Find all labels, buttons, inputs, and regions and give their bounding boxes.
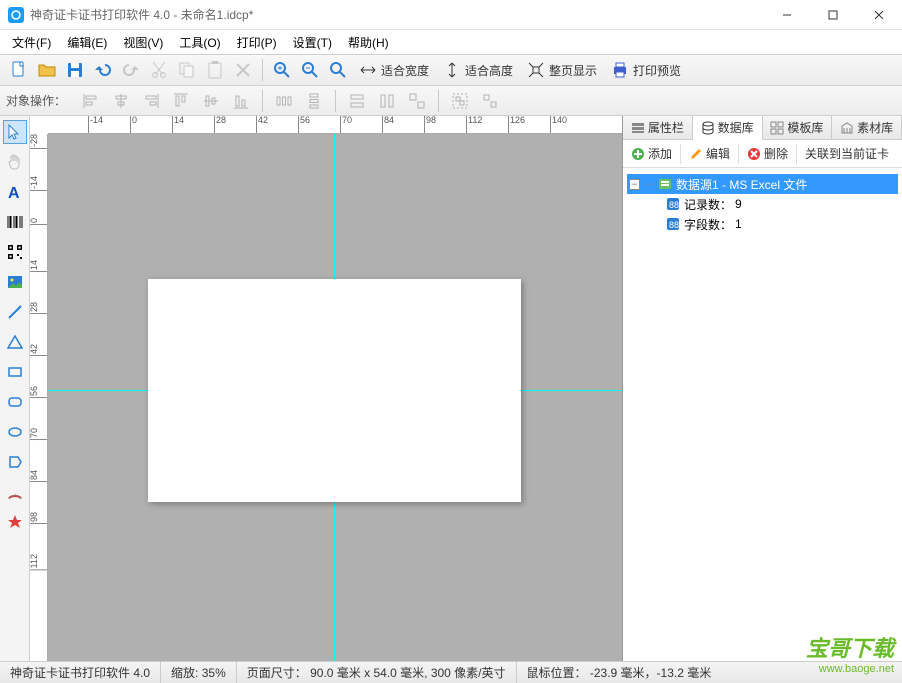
align-left-button[interactable] (78, 89, 104, 113)
ruler-vertical[interactable]: -28-14014284256708498112 (30, 134, 48, 661)
records-value: 9 (735, 197, 742, 211)
fit-height-button[interactable]: 适合高度 (437, 57, 519, 83)
menubar: 文件(F) 编辑(E) 视图(V) 工具(O) 打印(P) 设置(T) 帮助(H… (0, 30, 902, 54)
menu-edit[interactable]: 编辑(E) (59, 31, 115, 54)
pan-tool[interactable] (3, 150, 27, 174)
link-card-button[interactable]: 关联到当前证卡 (797, 140, 897, 167)
menu-print[interactable]: 打印(P) (229, 31, 285, 54)
add-datasource-button[interactable]: 添加 (623, 140, 680, 167)
align-center-h-button[interactable] (108, 89, 134, 113)
main-toolbar: 适合宽度 适合高度 整页显示 打印预览 (0, 54, 902, 86)
datasource-label: 数据源1 - MS Excel 文件 (676, 176, 807, 193)
records-label: 记录数： (684, 196, 732, 213)
menu-view[interactable]: 视图(V) (115, 31, 171, 54)
zoom-out-button[interactable] (297, 57, 323, 83)
menu-file[interactable]: 文件(F) (4, 31, 59, 54)
select-tool[interactable] (3, 120, 27, 144)
save-button[interactable] (62, 57, 88, 83)
tool-palette: A (0, 116, 30, 661)
open-button[interactable] (34, 57, 60, 83)
fields-icon: 88 (665, 216, 681, 232)
redo-button[interactable] (118, 57, 144, 83)
datasource-icon (657, 176, 673, 192)
triangle-tool[interactable] (3, 330, 27, 354)
full-page-button[interactable]: 整页显示 (521, 57, 603, 83)
tree-fields-node[interactable]: 88 字段数：1 (627, 214, 898, 234)
barcode-tool[interactable] (3, 210, 27, 234)
rounded-rect-tool[interactable] (3, 390, 27, 414)
status-page-size: 页面尺寸： 90.0 毫米 x 54.0 毫米, 300 像素/英寸 (237, 662, 517, 683)
align-bottom-button[interactable] (228, 89, 254, 113)
undo-button[interactable] (90, 57, 116, 83)
same-width-button[interactable] (344, 89, 370, 113)
ellipse-tool[interactable] (3, 420, 27, 444)
text-tool[interactable]: A (3, 180, 27, 204)
tab-database[interactable]: 数据库 (693, 116, 763, 140)
new-button[interactable] (6, 57, 32, 83)
menu-help[interactable]: 帮助(H) (340, 31, 397, 54)
svg-text:88: 88 (669, 200, 679, 210)
records-icon: 88 (665, 196, 681, 212)
paste-button[interactable] (202, 57, 228, 83)
delete-datasource-button[interactable]: 删除 (739, 140, 796, 167)
datasource-tree: − ⋯ 数据源1 - MS Excel 文件 88 记录数：9 88 字段数：1 (623, 168, 902, 240)
page[interactable] (148, 279, 521, 502)
zoom-in-button[interactable] (269, 57, 295, 83)
object-label: 对象操作： (6, 92, 66, 109)
titlebar: 神奇证卡证书打印软件 4.0 - 未命名1.idcp* (0, 0, 902, 30)
status-app: 神奇证卡证书打印软件 4.0 (0, 662, 161, 683)
star-tool[interactable] (3, 510, 27, 534)
tab-materials[interactable]: 素材库 (832, 116, 902, 139)
qrcode-tool[interactable] (3, 240, 27, 264)
distribute-h-button[interactable] (271, 89, 297, 113)
tree-datasource-node[interactable]: − ⋯ 数据源1 - MS Excel 文件 (627, 174, 898, 194)
tree-records-node[interactable]: 88 记录数：9 (627, 194, 898, 214)
image-tool[interactable] (3, 270, 27, 294)
fields-label: 字段数： (684, 216, 732, 233)
same-size-button[interactable] (404, 89, 430, 113)
tab-templates[interactable]: 模板库 (763, 116, 833, 139)
ungroup-button[interactable] (477, 89, 503, 113)
rectangle-tool[interactable] (3, 360, 27, 384)
svg-text:A: A (8, 185, 20, 201)
zoom-actual-button[interactable] (325, 57, 351, 83)
collapse-icon[interactable]: − (629, 179, 640, 190)
align-middle-button[interactable] (198, 89, 224, 113)
group-button[interactable] (447, 89, 473, 113)
status-zoom: 缩放: 35% (161, 662, 237, 683)
ruler-horizontal[interactable]: -14014284256708498112126140 (48, 116, 622, 134)
canvas-viewport[interactable] (48, 134, 622, 661)
panel-tabs: 属性栏 数据库 模板库 素材库 (623, 116, 902, 140)
minimize-button[interactable] (764, 0, 810, 30)
app-icon (8, 7, 24, 23)
arc-tool[interactable] (3, 480, 27, 504)
cut-button[interactable] (146, 57, 172, 83)
distribute-v-button[interactable] (301, 89, 327, 113)
statusbar: 神奇证卡证书打印软件 4.0 缩放: 35% 页面尺寸： 90.0 毫米 x 5… (0, 661, 902, 683)
line-tool[interactable] (3, 300, 27, 324)
object-toolbar: 对象操作： (0, 86, 902, 116)
fields-value: 1 (735, 217, 742, 231)
canvas-area: -14014284256708498112126140 -28-14014284… (30, 116, 622, 661)
print-preview-button[interactable]: 打印预览 (605, 57, 687, 83)
polygon-tool[interactable] (3, 450, 27, 474)
panel-toolbar: 添加 编辑 删除 关联到当前证卡 (623, 140, 902, 168)
edit-datasource-button[interactable]: 编辑 (681, 140, 738, 167)
menu-tools[interactable]: 工具(O) (171, 31, 228, 54)
status-mouse: 鼠标位置： -23.9 毫米，-13.2 毫米 (517, 662, 722, 683)
right-panel: 属性栏 数据库 模板库 素材库 添加 编辑 删除 关联到当前证卡 − ⋯ 数据源… (622, 116, 902, 661)
copy-button[interactable] (174, 57, 200, 83)
menu-settings[interactable]: 设置(T) (285, 31, 340, 54)
svg-text:88: 88 (669, 220, 679, 230)
window-title: 神奇证卡证书打印软件 4.0 - 未命名1.idcp* (30, 6, 253, 23)
align-top-button[interactable] (168, 89, 194, 113)
tab-properties[interactable]: 属性栏 (623, 116, 693, 139)
close-button[interactable] (856, 0, 902, 30)
align-right-button[interactable] (138, 89, 164, 113)
fit-width-button[interactable]: 适合宽度 (353, 57, 435, 83)
delete-button[interactable] (230, 57, 256, 83)
same-height-button[interactable] (374, 89, 400, 113)
maximize-button[interactable] (810, 0, 856, 30)
